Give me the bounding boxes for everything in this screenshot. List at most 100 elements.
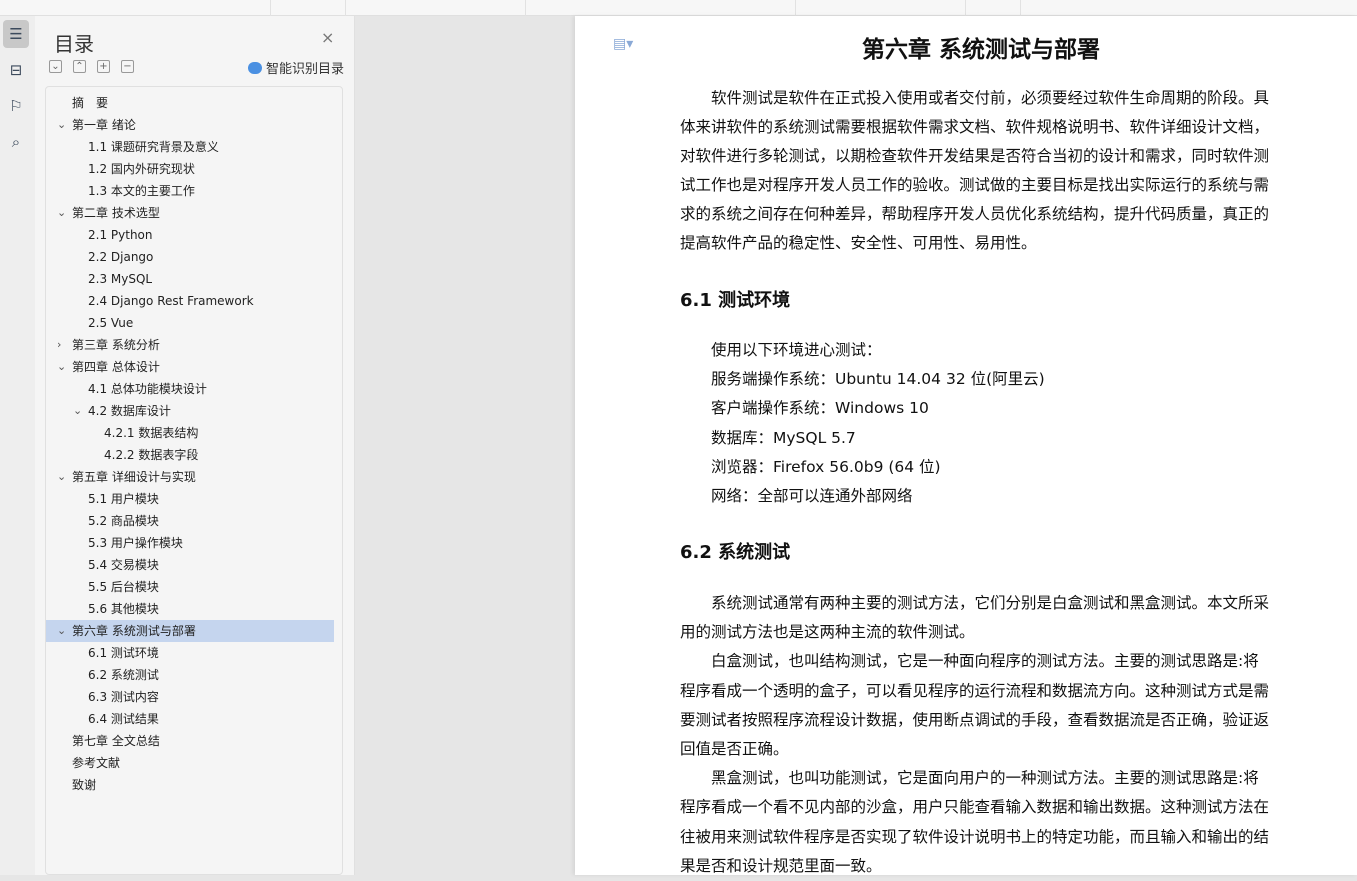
toc-item-label: 4.2.2 数据表字段 xyxy=(104,444,198,466)
paragraph-line: 果是否和设计规范里面一致。 xyxy=(680,852,882,881)
toc-item[interactable]: 5.4 交易模块 xyxy=(46,554,334,576)
env-line: 浏览器：Firefox 56.0b9 (64 位) xyxy=(680,453,941,482)
toc-list: 摘 要 ⌄ 第一章 绪论1.1 课题研究背景及意义1.2 国内外研究现状1.3 本文… xyxy=(45,86,343,875)
toc-item[interactable]: 4.1 总体功能模块设计 xyxy=(46,378,334,400)
toc-icon[interactable]: ☰ xyxy=(3,20,29,48)
paragraph-line: 白盒测试，也叫结构测试，它是一种面向程序的测试方法。主要的测试思路是:将 xyxy=(680,647,1259,676)
chevron-down-icon[interactable]: ⌄ xyxy=(57,356,66,378)
toc-item-label: 摘 要 xyxy=(72,92,108,114)
chevron-down-icon[interactable]: ⌄ xyxy=(57,114,66,136)
paragraph-line: 求的系统之间存在何种差异，帮助程序开发人员优化系统结构，提升代码质量，真正的 xyxy=(680,200,1269,229)
toc-item-label: 5.2 商品模块 xyxy=(88,510,159,532)
toc-item[interactable]: 第七章 全文总结 xyxy=(46,730,334,752)
env-line: 使用以下环境进心测试： xyxy=(680,336,882,365)
paragraph-line: 程序看成一个透明的盒子，可以看见程序的运行流程和数据流方向。这种测试方式是需 xyxy=(680,677,1269,706)
section-heading: 6.1 测试环境 xyxy=(680,286,790,312)
toc-item[interactable]: › 第三章 系统分析 xyxy=(46,334,334,356)
toc-item[interactable]: ⌄ 第五章 详细设计与实现 xyxy=(46,466,334,488)
bookmark-icon[interactable]: ⚐ xyxy=(3,92,29,120)
paragraph-line: 往被用来测试软件程序是否实现了软件设计说明书上的特定功能，而且输入和输出的结 xyxy=(680,823,1269,852)
toc-item-label: 第四章 总体设计 xyxy=(72,356,160,378)
expand-up-button[interactable]: ⌃ xyxy=(73,60,86,73)
toc-item[interactable]: 2.3 MySQL xyxy=(46,268,334,290)
toolbar-divider xyxy=(1020,0,1021,16)
toolbar-divider xyxy=(965,0,966,16)
close-icon[interactable]: × xyxy=(321,28,334,47)
paragraph-line: 软件测试是软件在正式投入使用或者交付前，必须要经过软件生命周期的阶段。具 xyxy=(680,84,1269,113)
paragraph-line: 试工作也是对程序开发人员工作的验收。测试做的主要目标是找出实际运行的系统与需 xyxy=(680,171,1269,200)
toolbar-divider xyxy=(345,0,346,16)
toc-item[interactable]: 5.2 商品模块 xyxy=(46,510,334,532)
side-icon-strip: ☰ ⊟ ⚐ ⌕ xyxy=(0,16,35,875)
toc-item[interactable]: ⌄第六章 系统测试与部署 xyxy=(46,620,334,642)
toc-item[interactable]: 1.2 国内外研究现状 xyxy=(46,158,334,180)
toc-item[interactable]: 2.2 Django xyxy=(46,246,334,268)
smart-toc-button[interactable]: 智能识别目录 xyxy=(248,58,344,77)
chapter-title: 第六章 系统测试与部署 xyxy=(575,30,1357,64)
toc-item-label: 第一章 绪论 xyxy=(72,114,136,136)
remove-level-button[interactable]: − xyxy=(121,60,134,73)
paragraph-line: 程序看成一个看不见内部的沙盒，用户只能查看输入数据和输出数据。这种测试方法在 xyxy=(680,793,1269,822)
toc-item[interactable]: ⌄ 第一章 绪论 xyxy=(46,114,334,136)
section-heading: 6.2 系统测试 xyxy=(680,538,790,564)
toc-item-label: 4.2.1 数据表结构 xyxy=(104,422,198,444)
toc-item[interactable]: 摘 要 xyxy=(46,92,334,114)
toc-item[interactable]: 参考文献 xyxy=(46,752,334,774)
paragraph-line: 对软件进行多轮测试，以期检查软件开发结果是否符合当初的设计和需求，同时软件测 xyxy=(680,142,1269,171)
top-toolbar xyxy=(0,0,1357,16)
toc-item[interactable]: 4.2.2 数据表字段 xyxy=(46,444,334,466)
toc-tools: ⌄ ⌃ + − xyxy=(49,60,134,73)
paragraph-line: 系统测试通常有两种主要的测试方法，它们分别是白盒测试和黑盒测试。本文所采 xyxy=(680,589,1269,618)
env-line: 网络：全部可以连通外部网络 xyxy=(680,482,913,511)
toc-panel: 目录 × ⌄ ⌃ + − 智能识别目录 摘 要 ⌄ 第一章 绪论1.1 课题研究背景… xyxy=(35,16,355,875)
document-page: ▤▾ 第六章 系统测试与部署 软件测试是软件在正式投入使用或者交付前，必须要经过… xyxy=(575,16,1357,875)
toc-item-label: 第五章 详细设计与实现 xyxy=(72,466,196,488)
smart-icon xyxy=(248,62,262,74)
toc-item[interactable]: 6.3 测试内容 xyxy=(46,686,334,708)
toc-item-label: 5.5 后台模块 xyxy=(88,576,159,598)
toc-item[interactable]: 6.2 系统测试 xyxy=(46,664,334,686)
toc-item[interactable]: 4.2.1 数据表结构 xyxy=(46,422,334,444)
toc-item[interactable]: 5.5 后台模块 xyxy=(46,576,334,598)
toc-item-label: 1.2 国内外研究现状 xyxy=(88,158,195,180)
toc-item-label: 6.2 系统测试 xyxy=(88,664,159,686)
toc-item[interactable]: 5.6 其他模块 xyxy=(46,598,334,620)
toc-item-label: 6.3 测试内容 xyxy=(88,686,159,708)
toc-item-label: 5.1 用户模块 xyxy=(88,488,159,510)
toc-item[interactable]: ⌄第二章 技术选型 xyxy=(46,202,334,224)
chevron-down-icon[interactable]: ⌄ xyxy=(57,202,66,224)
toc-item[interactable]: 5.3 用户操作模块 xyxy=(46,532,334,554)
add-level-button[interactable]: + xyxy=(97,60,110,73)
toc-item-label: 2.4 Django Rest Framework xyxy=(88,290,254,312)
collapse-all-button[interactable]: ⌄ xyxy=(49,60,62,73)
toc-item[interactable]: 2.1 Python xyxy=(46,224,334,246)
toc-item[interactable]: 6.4 测试结果 xyxy=(46,708,334,730)
navigation-pane-icon[interactable]: ⊟ xyxy=(3,56,29,84)
toc-item[interactable]: 2.5 Vue xyxy=(46,312,334,334)
toc-item[interactable]: ⌄ 第四章 总体设计 xyxy=(46,356,334,378)
toc-item[interactable]: 1.1 课题研究背景及意义 xyxy=(46,136,334,158)
toc-item-label: 4.1 总体功能模块设计 xyxy=(88,378,207,400)
env-line: 服务端操作系统：Ubuntu 14.04 32 位(阿里云) xyxy=(680,365,1045,394)
toc-item[interactable]: 2.4 Django Rest Framework xyxy=(46,290,334,312)
chevron-down-icon[interactable]: ⌄ xyxy=(57,466,66,488)
toolbar-divider xyxy=(525,0,526,16)
toc-item-label: 2.1 Python xyxy=(88,224,153,246)
toc-item-label: 致谢 xyxy=(72,774,96,796)
toc-item-label: 4.2 数据库设计 xyxy=(88,400,171,422)
toc-item-label: 1.1 课题研究背景及意义 xyxy=(88,136,219,158)
paragraph-line: 黑盒测试，也叫功能测试，它是面向用户的一种测试方法。主要的测试思路是:将 xyxy=(680,764,1259,793)
panel-title: 目录 xyxy=(54,28,94,57)
toc-item[interactable]: 6.1 测试环境 xyxy=(46,642,334,664)
toc-item[interactable]: 致谢 xyxy=(46,774,334,796)
toc-item-label: 参考文献 xyxy=(72,752,120,774)
toc-item-label: 第三章 系统分析 xyxy=(72,334,160,356)
toc-item-label: 5.6 其他模块 xyxy=(88,598,159,620)
chevron-down-icon[interactable]: ⌄ xyxy=(73,400,82,422)
toc-item[interactable]: 5.1 用户模块 xyxy=(46,488,334,510)
chevron-down-icon[interactable]: ⌄ xyxy=(57,620,66,642)
chevron-right-icon[interactable]: › xyxy=(57,334,61,356)
toc-item[interactable]: ⌄ 4.2 数据库设计 xyxy=(46,400,334,422)
toc-item[interactable]: 1.3 本文的主要工作 xyxy=(46,180,334,202)
search-icon[interactable]: ⌕ xyxy=(3,128,29,156)
